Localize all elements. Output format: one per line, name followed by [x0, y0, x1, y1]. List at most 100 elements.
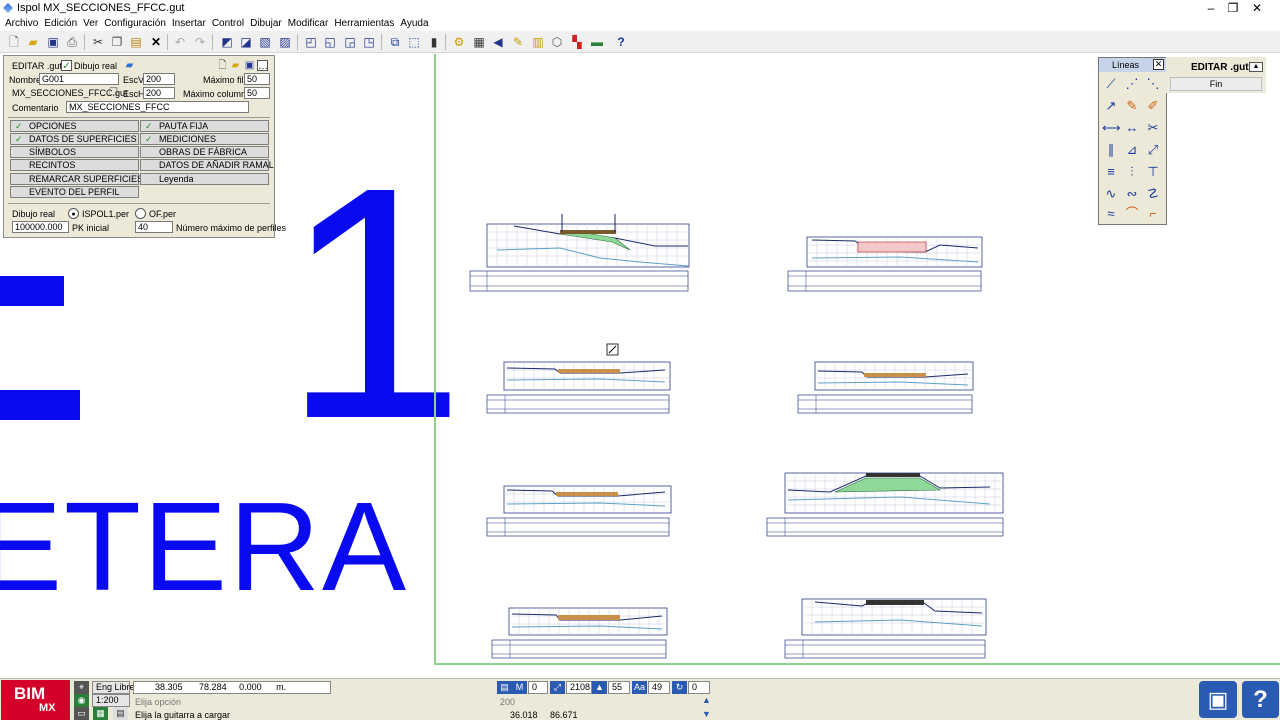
- polyline-tool-icon[interactable]: ⋰: [1123, 75, 1141, 93]
- layer-tool-icon[interactable]: ▮: [426, 34, 442, 50]
- open-icon[interactable]: ▰: [230, 60, 241, 71]
- datos-superficies-button[interactable]: ✓ DATOS DE SUPERFICIES: [10, 133, 139, 145]
- wave-tool-icon[interactable]: ≈: [1102, 205, 1120, 223]
- close-button[interactable]: ✕: [1234, 0, 1280, 16]
- menu-control[interactable]: Control: [209, 18, 247, 29]
- menu-ver[interactable]: Ver: [80, 18, 101, 29]
- pauta-fija-button[interactable]: ✓ PAUTA FIJA: [140, 120, 269, 132]
- num-perfiles-input[interactable]: 40: [135, 221, 173, 233]
- opciones-button[interactable]: ✓ OPCIONES: [10, 120, 139, 132]
- pk-input[interactable]: 100000.000: [12, 221, 69, 233]
- ortho-icon[interactable]: ▤: [497, 681, 512, 694]
- view-tool-3-icon[interactable]: ◲: [342, 34, 358, 50]
- edit-node-icon[interactable]: ✐: [1144, 97, 1162, 115]
- view-tool-4-icon[interactable]: ◳: [361, 34, 377, 50]
- scale-box[interactable]: 1:200: [92, 694, 130, 707]
- eng-libre-button[interactable]: Eng Libre: [92, 681, 135, 694]
- cube-icon[interactable]: ⬡: [549, 34, 565, 50]
- image-icon[interactable]: ▦: [471, 34, 487, 50]
- new-icon[interactable]: 🗋: [217, 60, 228, 71]
- collapse-button[interactable]: ▲: [1249, 62, 1263, 72]
- scale-icon[interactable]: ◉: [74, 694, 89, 707]
- menu-herramientas[interactable]: Herramientas: [331, 18, 397, 29]
- fillet-tool-icon[interactable]: ⌒: [1123, 205, 1141, 223]
- align-center-icon[interactable]: ⫶: [1123, 163, 1141, 181]
- cut-icon[interactable]: ✂: [90, 34, 106, 50]
- text-size-value[interactable]: 49: [648, 681, 670, 694]
- menu-edicion[interactable]: Edición: [41, 18, 80, 29]
- refresh-icon[interactable]: ↻: [672, 681, 687, 694]
- remarcar-superficies-button[interactable]: REMARCAR SUPERFICIES: [10, 173, 143, 185]
- last-value[interactable]: 0: [688, 681, 710, 694]
- stretch-tool-icon[interactable]: ↔: [1123, 119, 1141, 137]
- save-panel-icon[interactable]: ▣: [244, 60, 255, 71]
- document-icon[interactable]: ▰: [124, 60, 135, 71]
- arc-tool-icon[interactable]: ↗: [1102, 97, 1120, 115]
- line-mode-icon[interactable]: ⤢: [550, 681, 565, 694]
- view-icon-1[interactable]: ▭: [74, 707, 89, 720]
- file-browse-icon[interactable]: ❐: [108, 87, 119, 98]
- line-mode-value[interactable]: 2108: [566, 681, 592, 694]
- open-folder-icon[interactable]: ▰: [25, 34, 41, 50]
- recintos-button[interactable]: RECINTOS: [10, 159, 139, 171]
- lineas-close-button[interactable]: ✕: [1153, 59, 1164, 70]
- nombre-input[interactable]: G001: [39, 73, 119, 85]
- polyline-node-icon[interactable]: ⋱: [1144, 75, 1162, 93]
- draw-tool-1-icon[interactable]: ◩: [219, 34, 235, 50]
- menu-modificar[interactable]: Modificar: [285, 18, 332, 29]
- evento-perfil-button[interactable]: EVENTO DEL PERFIL: [10, 186, 139, 198]
- line-tool-icon[interactable]: ⟋: [1102, 75, 1120, 93]
- leyenda-button[interactable]: Leyenda: [140, 173, 269, 185]
- save-icon[interactable]: ▣: [45, 34, 61, 50]
- view-icon-3[interactable]: ▤: [113, 707, 128, 720]
- radio-of[interactable]: [135, 208, 146, 219]
- help-icon[interactable]: ?: [613, 34, 629, 50]
- copy-icon[interactable]: ❐: [109, 34, 125, 50]
- join-tool-icon[interactable]: ⤢: [1144, 141, 1162, 159]
- help-big-icon[interactable]: ?: [1242, 681, 1279, 718]
- datos-ramal-button[interactable]: DATOS DE AÑADIR RAMAL: [140, 159, 274, 171]
- chamfer-tool-icon[interactable]: ⌐: [1144, 205, 1162, 223]
- delete-icon[interactable]: ✕: [148, 34, 164, 50]
- lineas-header[interactable]: Líneas ✕: [1099, 58, 1166, 72]
- spline-tool-icon[interactable]: ∾: [1123, 185, 1141, 203]
- obras-fabrica-button[interactable]: OBRAS DE FÁBRICA: [140, 146, 269, 158]
- menu-dibujar[interactable]: Dibujar: [247, 18, 285, 29]
- angle-value[interactable]: 55: [608, 681, 630, 694]
- offset-tool-icon[interactable]: ⊿: [1123, 141, 1141, 159]
- perpendicular-icon[interactable]: ⊤: [1144, 163, 1162, 181]
- save-big-icon[interactable]: ▣: [1199, 681, 1237, 718]
- draw-tool-3-icon[interactable]: ▧: [257, 34, 273, 50]
- view-tool-2-icon[interactable]: ◱: [322, 34, 338, 50]
- menu-ayuda[interactable]: Ayuda: [397, 18, 431, 29]
- extend-tool-icon[interactable]: ⟷: [1102, 119, 1121, 137]
- scroll-down-icon[interactable]: ▼: [702, 709, 711, 719]
- redo-icon[interactable]: ↷: [192, 34, 208, 50]
- more-icon[interactable]: …: [257, 60, 268, 72]
- pan-tool-icon[interactable]: ⬚: [406, 34, 422, 50]
- angle-icon[interactable]: ▲: [592, 681, 607, 694]
- back-arrow-icon[interactable]: ◀: [490, 34, 506, 50]
- eng-icon[interactable]: ⌖: [74, 681, 89, 694]
- trim-tool-icon[interactable]: ✂: [1144, 119, 1162, 137]
- escv-input[interactable]: 200: [143, 73, 175, 85]
- curve-tool-icon[interactable]: ∿: [1102, 185, 1120, 203]
- scroll-up-icon[interactable]: ▲: [702, 695, 711, 705]
- zoom-tool-icon[interactable]: ⧉: [387, 34, 403, 50]
- view-tool-1-icon[interactable]: ◰: [303, 34, 319, 50]
- dibujo-real-checkbox[interactable]: ✓: [61, 60, 72, 72]
- view-icon-2[interactable]: ▦: [93, 707, 108, 720]
- comentario-input[interactable]: MX_SECCIONES_FFCC: [66, 101, 249, 113]
- text-size-icon[interactable]: Aa: [632, 681, 647, 694]
- spiral-tool-icon[interactable]: ☡: [1144, 185, 1162, 203]
- draw-tool-2-icon[interactable]: ◪: [238, 34, 254, 50]
- mode-m-icon[interactable]: M: [512, 681, 527, 694]
- esch-input[interactable]: 200: [143, 87, 175, 99]
- max-columnas-input[interactable]: 50: [244, 87, 270, 99]
- settings-icon[interactable]: ⚙: [451, 34, 467, 50]
- menu-archivo[interactable]: Archivo: [2, 18, 41, 29]
- undo-icon[interactable]: ↶: [172, 34, 188, 50]
- mode-m-value[interactable]: 0: [528, 681, 548, 694]
- parallel-tool-icon[interactable]: ∥: [1102, 141, 1120, 159]
- blocks-icon[interactable]: ▚: [569, 34, 585, 50]
